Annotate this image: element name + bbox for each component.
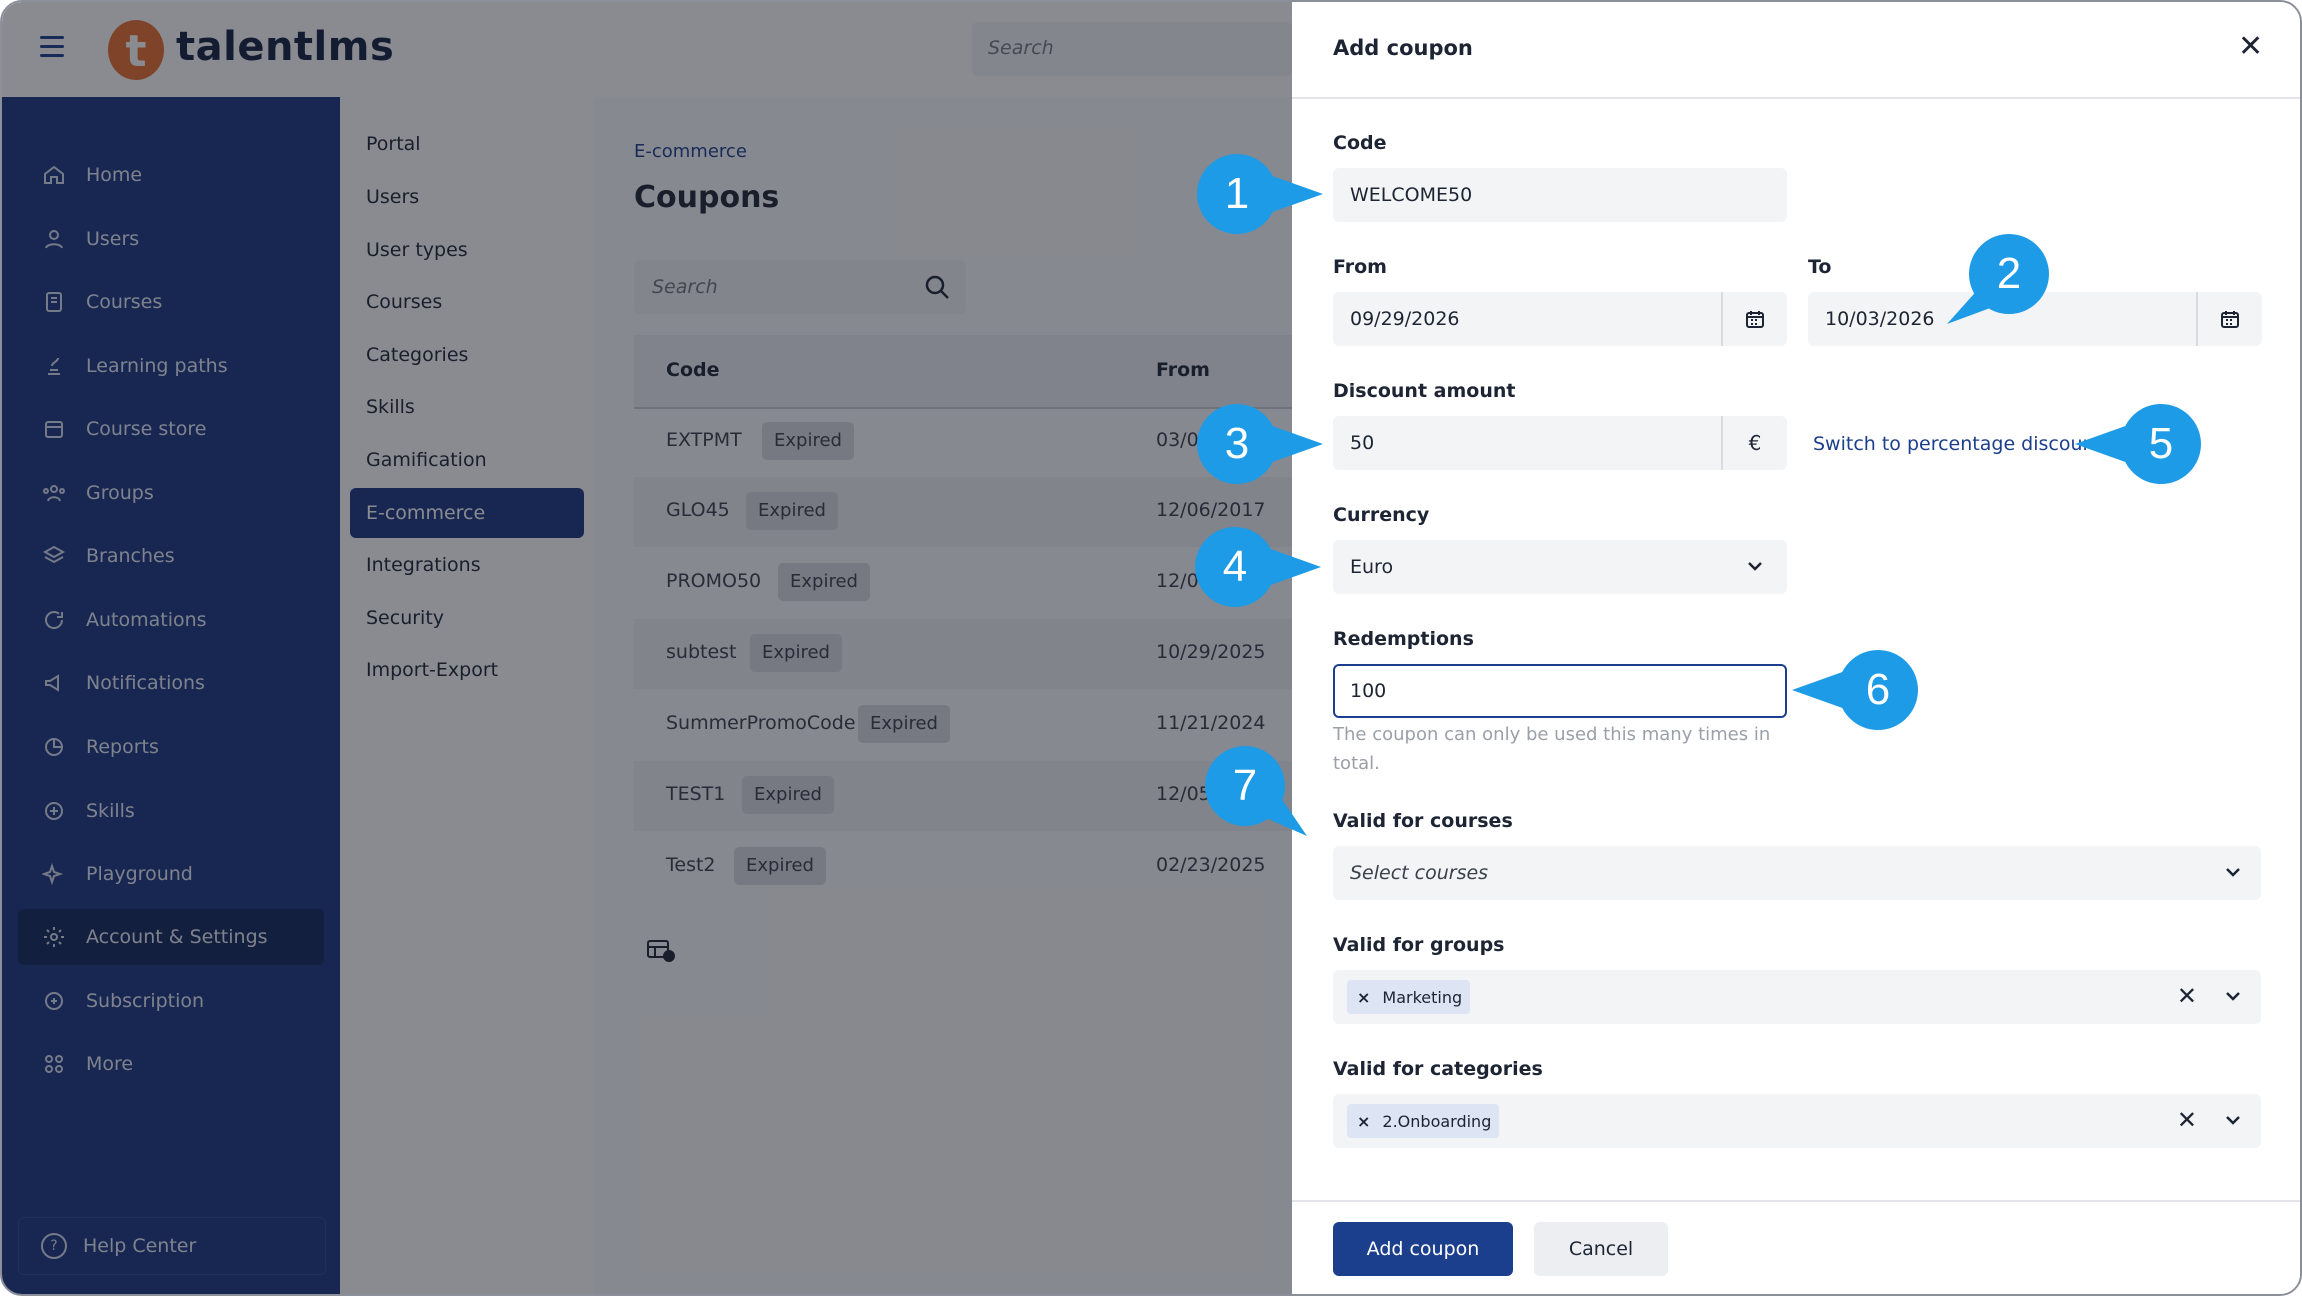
- code-input[interactable]: WELCOME50: [1333, 168, 1787, 222]
- redemptions-input[interactable]: 100: [1333, 664, 1787, 718]
- courses-placeholder: Select courses: [1350, 862, 1489, 884]
- add-coupon-button[interactable]: Add coupon: [1333, 1222, 1513, 1276]
- calendar-icon[interactable]: [2196, 292, 2262, 346]
- discount-value: 50: [1350, 432, 1375, 454]
- callout-marker: 6: [1792, 648, 1920, 732]
- categories-label: Valid for categories: [1333, 1058, 1543, 1080]
- clear-icon[interactable]: ✕: [2177, 982, 2197, 1010]
- callout-marker: 4: [1193, 525, 1321, 609]
- category-tag: × 2.Onboarding: [1347, 1104, 1500, 1138]
- callout-marker: 2: [1947, 232, 2051, 324]
- remove-tag-icon[interactable]: ×: [1357, 1112, 1370, 1131]
- callout-number: 2: [1997, 249, 2021, 298]
- courses-label: Valid for courses: [1333, 810, 1513, 832]
- from-date-value: 09/29/2026: [1350, 308, 1460, 330]
- from-date-input[interactable]: 09/29/2026: [1333, 292, 1787, 346]
- calendar-icon[interactable]: [1721, 292, 1787, 346]
- courses-select[interactable]: Select courses: [1333, 846, 2261, 900]
- group-tag: × Marketing: [1347, 980, 1471, 1014]
- close-icon[interactable]: ✕: [2238, 32, 2263, 62]
- discount-label: Discount amount: [1333, 380, 1516, 402]
- currency-value: Euro: [1350, 556, 1394, 578]
- code-value: WELCOME50: [1350, 184, 1473, 206]
- cancel-button[interactable]: Cancel: [1534, 1222, 1668, 1276]
- groups-label: Valid for groups: [1333, 934, 1505, 956]
- group-tag-label: Marketing: [1382, 987, 1463, 1007]
- redemptions-label: Redemptions: [1333, 628, 1474, 650]
- callout-number: 7: [1233, 761, 1257, 810]
- currency-select[interactable]: Euro: [1333, 540, 1787, 594]
- code-label: Code: [1333, 132, 1387, 154]
- groups-select[interactable]: × Marketing ✕: [1333, 970, 2261, 1024]
- switch-percentage-link[interactable]: Switch to percentage discount: [1813, 433, 2102, 455]
- callout-marker: 7: [1203, 744, 1307, 836]
- callout-number: 1: [1225, 169, 1249, 218]
- callout-marker: 1: [1195, 152, 1323, 236]
- from-label: From: [1333, 256, 1387, 278]
- euro-unit: €: [1721, 416, 1787, 470]
- redemptions-help-text: The coupon can only be used this many ti…: [1333, 724, 1771, 774]
- callout-number: 4: [1223, 542, 1247, 591]
- chevron-down-icon: [2221, 1108, 2245, 1132]
- clear-icon[interactable]: ✕: [2177, 1106, 2197, 1134]
- panel-title: Add coupon: [1333, 36, 1473, 60]
- callout-number: 6: [1866, 665, 1890, 714]
- categories-select[interactable]: × 2.Onboarding ✕: [1333, 1094, 2261, 1148]
- callout-marker: 3: [1195, 402, 1323, 486]
- panel-footer-divider: [1292, 1200, 2300, 1202]
- currency-label: Currency: [1333, 504, 1430, 526]
- remove-tag-icon[interactable]: ×: [1357, 988, 1370, 1007]
- redemptions-value: 100: [1350, 680, 1387, 702]
- category-tag-label: 2.Onboarding: [1382, 1111, 1492, 1131]
- callout-number: 3: [1225, 419, 1249, 468]
- discount-amount-input[interactable]: 50 €: [1333, 416, 1787, 470]
- callout-marker: 5: [2075, 402, 2203, 486]
- chevron-down-icon: [1743, 554, 1767, 578]
- chevron-down-icon: [2221, 984, 2245, 1008]
- to-label: To: [1808, 256, 1832, 278]
- modal-backdrop[interactable]: [2, 2, 1292, 1294]
- to-date-value: 10/03/2026: [1825, 308, 1935, 330]
- callout-number: 5: [2149, 419, 2173, 468]
- chevron-down-icon: [2221, 860, 2245, 884]
